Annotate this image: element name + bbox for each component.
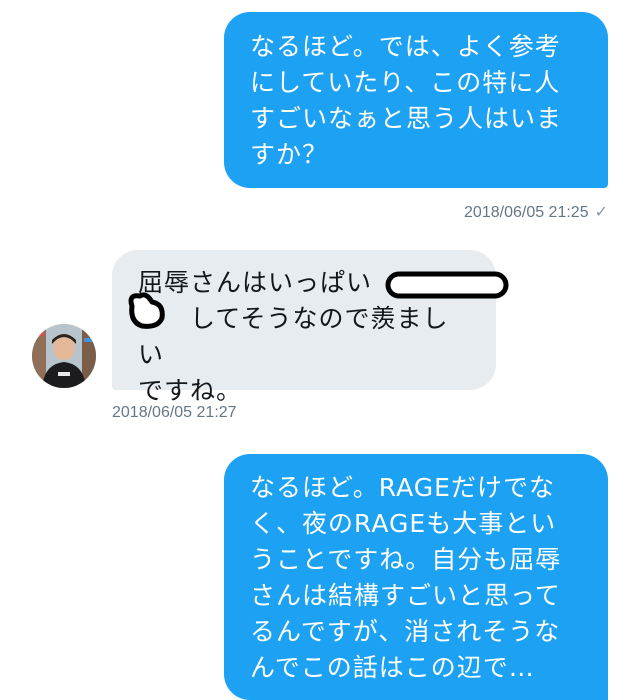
avatar[interactable] — [32, 324, 96, 388]
incoming-message-bubble[interactable]: 屈辱さんはいっぱい してそうなので羨ましい ですね。 — [112, 250, 496, 405]
outgoing-message-bubble[interactable]: なるほど。では、よく参考 にしていたり、この特に人 すごいなぁと思う人はいま す… — [224, 12, 608, 188]
timestamp-text: 2018/06/05 21:25 — [464, 204, 589, 221]
chat-thread: なるほど。では、よく参考 にしていたり、この特に人 すごいなぁと思う人はいま す… — [0, 0, 640, 700]
avatar-image — [32, 324, 96, 388]
outgoing-message-bubble[interactable]: なるほど。RAGEだけでな く、夜のRAGEも大事とい うことですね。自分も屈辱… — [224, 454, 608, 700]
checkmark-icon: ✓ — [594, 204, 608, 221]
message-timestamp: 2018/06/05 21:25 ✓ — [464, 202, 608, 222]
message-timestamp: 2018/06/05 21:27 — [112, 404, 237, 421]
